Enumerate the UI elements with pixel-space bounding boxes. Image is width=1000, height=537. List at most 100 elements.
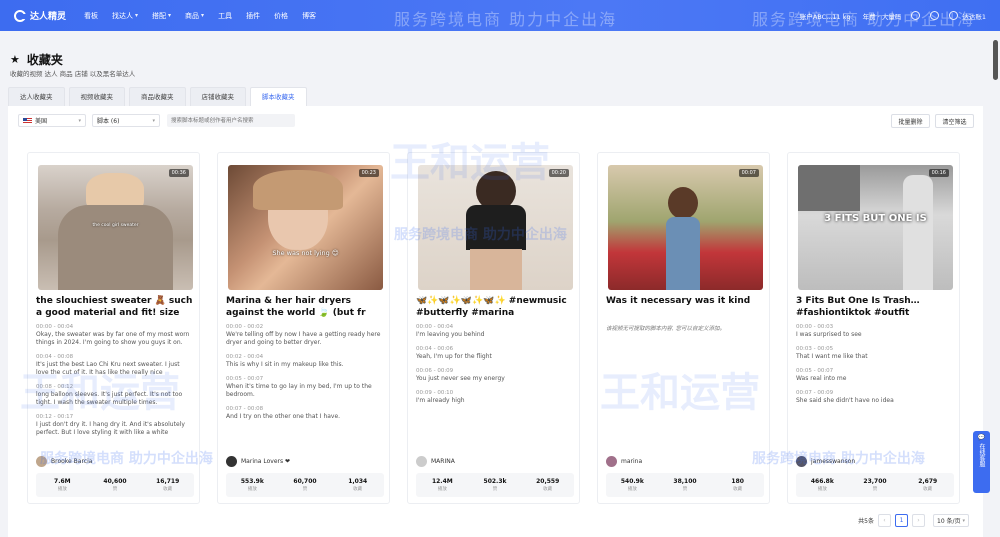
video-thumbnail[interactable]: 00:20 [418, 165, 573, 290]
script-card[interactable]: 00:07 Was it necessary was it kind 该视频无可… [597, 152, 770, 504]
avatar [606, 456, 617, 467]
script-card[interactable]: 00:16 3 FITS BUT ONE IS 3 Fits But One I… [787, 152, 960, 504]
avatar [416, 456, 427, 467]
stat-saves: 180 收藏 [731, 478, 744, 492]
script-lines: 00:00 - 00:04 Okay, the sweater was by fa… [36, 323, 194, 443]
stat-saves: 16,719 收藏 [156, 478, 180, 492]
account-info[interactable]: 账户ABC...11 kg [800, 11, 851, 21]
script-line: 00:05 - 00:07 Was real into me [796, 368, 847, 382]
chevron-down-icon: ▾ [135, 12, 139, 19]
stat-likes: 60,700 赞 [293, 478, 317, 492]
card-author[interactable]: MARINA [416, 456, 455, 467]
stat-views: 540.9k 播放 [620, 478, 644, 492]
page-size-select[interactable]: 10 条/页 ▾ [933, 514, 969, 527]
total-count: 共5条 [858, 518, 874, 525]
nav-item-plugin[interactable]: 插件 [246, 11, 260, 21]
video-caption: She was not lying 😊 [272, 249, 339, 257]
nav-item-tools[interactable]: 工具 [218, 11, 232, 21]
stat-likes: 23,700 赞 [863, 478, 887, 492]
nav-item-pricing[interactable]: 价格 [274, 11, 288, 21]
stat-likes: 38,100 赞 [673, 478, 697, 492]
page-title: ★ 收藏夹 [10, 53, 63, 67]
card-author[interactable]: marina [606, 456, 642, 467]
script-line: 00:03 - 00:05 That I want me like that [796, 346, 868, 360]
duration-badge: 00:23 [358, 169, 379, 177]
user-name[interactable]: 达达账1 [962, 11, 986, 21]
nav-item-find-creators[interactable]: 找达人 ▾ [112, 11, 138, 21]
video-thumbnail[interactable]: 00:36 the cool girl sweater [38, 165, 193, 290]
card-title[interactable]: Marina & her hair dryers against the wor… [226, 295, 384, 319]
script-lines: 00:00 - 00:04 I'm leaving you behind 00:0… [416, 323, 574, 411]
stat-saves: 1,034 收藏 [348, 478, 368, 492]
script-lines: 00:00 - 00:03 I was surprised to see 00:0… [796, 323, 954, 411]
type-select[interactable]: 脚本 (6) ▾ [92, 114, 160, 127]
video-caption: 3 FITS BUT ONE IS [824, 213, 927, 224]
stat-saves: 20,559 收藏 [536, 478, 560, 492]
tab-shops[interactable]: 店铺收藏夹 [189, 87, 246, 106]
card-stats: 553.9k 播放 60,700 赞 1,034 收藏 [226, 473, 384, 497]
card-stats: 7.6M 播放 40,600 赞 16,719 收藏 [36, 473, 194, 497]
script-lines: 00:00 - 00:02 We're telling off by now I … [226, 323, 384, 427]
no-script-note: 该视频无可提取的脚本内容, 您可以自定义添加。 [606, 326, 725, 332]
nav-right-area: 账户ABC...11 kg 年费 · 大量码 达达账1 [800, 11, 986, 21]
card-title[interactable]: Was it necessary was it kind [606, 295, 764, 319]
user-icon[interactable] [949, 11, 959, 20]
chevron-down-icon: ▾ [78, 117, 81, 124]
script-card[interactable]: 00:23 She was not lying 😊 Marina & her h… [217, 152, 390, 504]
notification-icon[interactable] [930, 11, 940, 20]
video-thumbnail[interactable]: 00:23 She was not lying 😊 [228, 165, 383, 290]
script-line: 00:00 - 00:04 Okay, the sweater was by fa… [36, 324, 190, 346]
script-line: 00:07 - 00:09 She said she didn't have no… [796, 390, 894, 404]
us-flag-icon [23, 117, 32, 124]
stat-likes: 502.3k 赞 [483, 478, 507, 492]
tab-products[interactable]: 商品收藏夹 [129, 87, 186, 106]
tab-creators[interactable]: 达人收藏夹 [8, 87, 65, 106]
chevron-down-icon: ▾ [152, 117, 155, 124]
card-stats: 540.9k 播放 38,100 赞 180 收藏 [606, 473, 764, 497]
plan-info[interactable]: 年费 · 大量码 [863, 11, 902, 21]
top-navbar: 达人精灵 看板 找达人 ▾ 搭配 ▾ 商品 ▾ 工具 插件 价格 博客 账户ABC..… [0, 0, 1000, 31]
video-thumbnail[interactable]: 00:16 3 FITS BUT ONE IS [798, 165, 953, 290]
logo[interactable]: 达人精灵 [14, 9, 66, 22]
script-line: 00:00 - 00:04 I'm leaving you behind [416, 324, 485, 338]
stat-views: 12.4M 播放 [431, 478, 453, 492]
content-panel: 美国 ▾ 脚本 (6) ▾ 批量删除 清空筛选 00:36 the cool g… [8, 106, 983, 537]
script-card[interactable]: 00:36 the cool girl sweater the slouchie… [27, 152, 200, 504]
globe-icon[interactable] [911, 11, 921, 20]
card-title[interactable]: 3 Fits But One Is Trash… #fashiontiktok … [796, 295, 954, 319]
tab-videos[interactable]: 视频收藏夹 [68, 87, 125, 106]
card-author[interactable]: Brooke Barcia [36, 456, 92, 467]
pagination: 共5条 ‹ 1 › 10 条/页 ▾ [858, 514, 969, 527]
video-thumbnail[interactable]: 00:07 [608, 165, 763, 290]
avatar [796, 456, 807, 467]
script-line: 00:04 - 00:06 Yeah, I'm up for the flight [416, 346, 492, 360]
search-input[interactable] [167, 114, 295, 127]
card-stats: 466.8k 播放 23,700 赞 2,679 收藏 [796, 473, 954, 497]
nav-item-dashboard[interactable]: 看板 [84, 11, 98, 21]
duration-badge: 00:36 [168, 169, 189, 177]
card-title[interactable]: the slouchiest sweater 🧸 such a good mat… [36, 295, 194, 319]
script-line: 00:09 - 00:10 I'm already high [416, 390, 465, 404]
script-line: 00:12 - 00:17 I just don't dry it. I hang… [36, 414, 185, 436]
script-card[interactable]: 00:20 🦋✨🦋✨🦋✨🦋✨ #newmusic #butterfly #mar… [407, 152, 580, 504]
card-author[interactable]: jamesswanson [796, 456, 855, 467]
nav-item-blog[interactable]: 博客 [302, 11, 316, 21]
nav-item-products[interactable]: 商品 ▾ [185, 11, 204, 21]
prev-page-button[interactable]: ‹ [878, 514, 891, 527]
main-nav: 看板 找达人 ▾ 搭配 ▾ 商品 ▾ 工具 插件 价格 博客 [84, 11, 330, 21]
favorites-tabs: 达人收藏夹 视频收藏夹 商品收藏夹 店铺收藏夹 脚本收藏夹 [8, 87, 311, 106]
region-select[interactable]: 美国 ▾ [18, 114, 86, 127]
clear-filter-button[interactable]: 清空筛选 [935, 114, 974, 128]
batch-delete-button[interactable]: 批量删除 [891, 114, 930, 128]
tab-scripts[interactable]: 脚本收藏夹 [250, 87, 307, 106]
support-chat-button[interactable]: 💬 在线客服 [973, 431, 990, 493]
chevron-down-icon: ▾ [168, 12, 172, 19]
card-title[interactable]: 🦋✨🦋✨🦋✨🦋✨ #newmusic #butterfly #marina [416, 295, 574, 319]
card-author[interactable]: Marina Lovers ❤ [226, 456, 290, 467]
next-page-button[interactable]: › [912, 514, 925, 527]
stat-views: 7.6M 播放 [54, 478, 71, 492]
nav-item-match[interactable]: 搭配 ▾ [152, 11, 171, 21]
scrollbar[interactable] [993, 40, 998, 80]
stat-likes: 40,600 赞 [103, 478, 127, 492]
page-number[interactable]: 1 [895, 514, 908, 527]
